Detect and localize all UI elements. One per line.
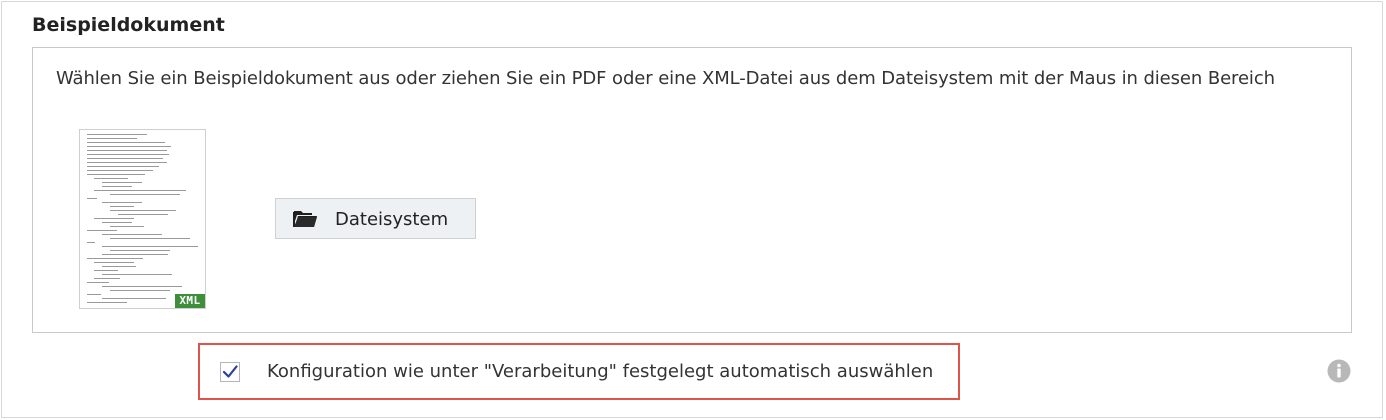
checkmark-icon: [222, 365, 238, 378]
xml-badge: XML: [175, 294, 205, 308]
preview-text-line: [87, 138, 137, 139]
preview-text-line: [87, 150, 167, 151]
preview-text-line: [102, 182, 142, 183]
folder-icon: [292, 209, 318, 233]
preview-text-line: [87, 302, 127, 303]
preview-text-line: [110, 290, 170, 291]
preview-text-line: [87, 242, 95, 243]
preview-text-line: [87, 162, 167, 163]
filesystem-button-label: Dateisystem: [335, 209, 449, 230]
preview-text-line: [102, 286, 182, 287]
preview-text-line: [87, 166, 159, 167]
preview-text-line: [110, 226, 144, 227]
preview-text-line: [102, 254, 168, 255]
auto-select-config-option: Konfiguration wie unter "Verarbeitung" f…: [198, 343, 960, 400]
info-icon[interactable]: [1327, 359, 1351, 387]
preview-text-line: [87, 174, 145, 175]
preview-text-line: [87, 154, 169, 155]
preview-text-line: [87, 230, 117, 231]
preview-text-line: [102, 298, 166, 299]
preview-text-line: [102, 186, 132, 187]
preview-text-line: [87, 146, 171, 147]
preview-text-line: [102, 274, 172, 275]
auto-select-config-label: Konfiguration wie unter "Verarbeitung" f…: [267, 361, 934, 382]
preview-text-line: [110, 210, 176, 211]
drop-zone-instruction: Wählen Sie ein Beispieldokument aus oder…: [56, 68, 1275, 89]
preview-text-line: [87, 294, 101, 295]
preview-text-line: [102, 222, 132, 223]
preview-text-line: [110, 194, 180, 195]
preview-text-line: [87, 198, 97, 199]
preview-text-line: [94, 190, 186, 191]
preview-text-line: [94, 178, 128, 179]
sample-document-thumbnail[interactable]: XML: [79, 129, 206, 309]
preview-text-line: [94, 262, 134, 263]
preview-text-line: [102, 246, 198, 247]
preview-text-line: [110, 206, 134, 207]
preview-text-line: [87, 170, 153, 171]
preview-text-line: [102, 234, 162, 235]
preview-text-line: [94, 218, 134, 219]
preview-text-line: [102, 266, 136, 267]
preview-text-line: [94, 278, 120, 279]
preview-text-line: [87, 258, 143, 259]
preview-text-line: [102, 202, 142, 203]
section-title: Beispieldokument: [32, 14, 225, 36]
preview-text-line: [87, 282, 109, 283]
preview-text-line: [110, 238, 190, 239]
filesystem-button[interactable]: Dateisystem: [275, 198, 476, 239]
preview-text-line: [87, 142, 165, 143]
preview-text-line: [110, 250, 170, 251]
drop-zone[interactable]: [32, 47, 1352, 333]
preview-text-line: [87, 158, 163, 159]
auto-select-config-checkbox[interactable]: [220, 362, 240, 382]
preview-text-line: [87, 134, 147, 135]
preview-text-line: [94, 270, 118, 271]
preview-text-line: [118, 214, 168, 215]
